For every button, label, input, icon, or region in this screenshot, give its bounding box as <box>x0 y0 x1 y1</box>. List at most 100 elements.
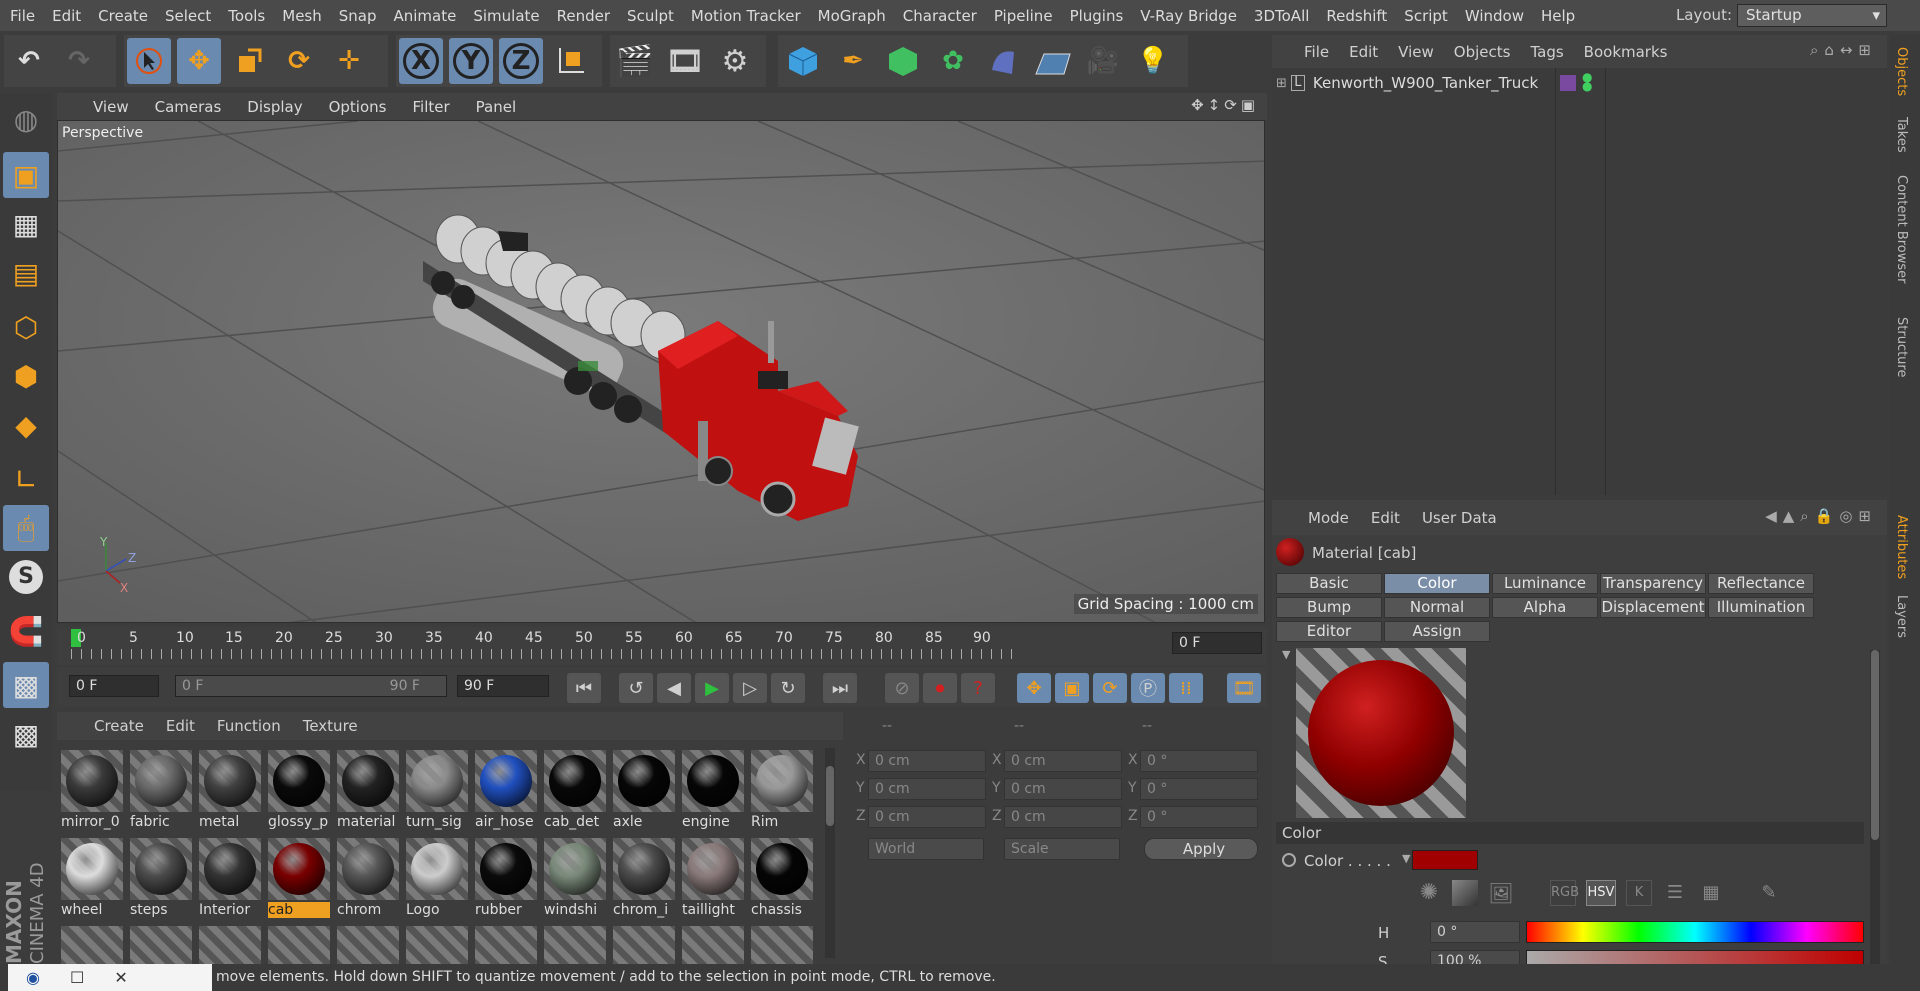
tab-reflectance[interactable]: Reflectance <box>1708 573 1814 594</box>
z-axis-button[interactable]: Z <box>499 38 543 84</box>
material-item[interactable]: metal <box>199 750 265 834</box>
color-dropdown-arrow-icon[interactable]: ▼ <box>1402 852 1410 865</box>
go-to-start-icon[interactable]: ⏮ <box>567 673 601 703</box>
menu-help[interactable]: Help <box>1541 7 1575 25</box>
coordinate-space-select[interactable]: World <box>868 838 984 860</box>
viewport-menu-options[interactable]: Options <box>329 98 387 116</box>
current-frame-field[interactable]: 0 F <box>1172 632 1262 654</box>
position-y-field[interactable]: 0 cm <box>868 778 986 800</box>
material-item[interactable]: taillight <box>682 838 748 922</box>
workplane-icon[interactable]: ▤ <box>3 250 49 296</box>
model-mode-icon[interactable]: ▣ <box>3 152 49 198</box>
cube-primitive-icon[interactable] <box>781 38 825 84</box>
viewport-menu-filter[interactable]: Filter <box>412 98 449 116</box>
material-menu-create[interactable]: Create <box>94 717 144 735</box>
viewport-menu-cameras[interactable]: Cameras <box>155 98 222 116</box>
undo-icon[interactable]: ↶ <box>7 38 51 84</box>
edges-mode-icon[interactable]: ⬢ <box>3 353 49 399</box>
menu-vray-bridge[interactable]: V-Ray Bridge <box>1140 7 1237 25</box>
key-scale-icon[interactable]: ▣ <box>1055 673 1089 703</box>
menu-sculpt[interactable]: Sculpt <box>627 7 674 25</box>
timeline-window-icon[interactable]: 🎞 <box>1227 673 1261 703</box>
object-menu-view[interactable]: View <box>1398 43 1434 61</box>
object-row[interactable]: ⊞ L Kenworth_W900_Tanker_Truck ● ● <box>1276 71 1876 94</box>
material-item[interactable]: steps <box>130 838 196 922</box>
apply-button[interactable]: Apply <box>1144 838 1258 860</box>
vtab-layers[interactable]: Layers <box>1894 595 1909 638</box>
record-icon[interactable]: ⊘ <box>885 673 919 703</box>
rotate-tool-icon[interactable]: ⟳ <box>277 38 321 84</box>
pen-spline-icon[interactable]: ✒ <box>831 38 875 84</box>
menu-mograph[interactable]: MoGraph <box>818 7 886 25</box>
go-to-end-icon[interactable]: ⏭ <box>823 673 857 703</box>
redo-icon[interactable]: ↷ <box>57 38 101 84</box>
coordinate-system-icon[interactable] <box>549 38 593 84</box>
menu-window[interactable]: Window <box>1465 7 1524 25</box>
tab-illumination[interactable]: Illumination <box>1708 597 1814 618</box>
material-item[interactable]: chassis <box>751 838 817 922</box>
make-editable-icon[interactable]: ◍ <box>3 96 49 142</box>
vtab-attributes[interactable]: Attributes <box>1894 515 1909 579</box>
attribute-tools-icons[interactable]: ◀▲⌕🔒◎⊞ <box>1765 507 1877 525</box>
viewport-nav-icons[interactable]: ✥↕⟳▣ <box>1191 96 1259 114</box>
material-item[interactable]: chrom <box>337 838 403 922</box>
tab-editor[interactable]: Editor <box>1276 621 1382 642</box>
kelvin-mode-button[interactable]: K <box>1626 880 1652 906</box>
hsv-mode-button[interactable]: HSV <box>1586 880 1616 906</box>
menu-redshift[interactable]: Redshift <box>1326 7 1387 25</box>
material-preview[interactable] <box>1296 648 1466 818</box>
play-icon[interactable]: ▶ <box>695 673 729 703</box>
material-item[interactable] <box>130 926 196 964</box>
object-menu-tags[interactable]: Tags <box>1530 43 1563 61</box>
end-frame-field[interactable]: 90 F <box>457 675 549 697</box>
material-item[interactable] <box>475 926 541 964</box>
material-item[interactable] <box>682 926 748 964</box>
attribute-menu-user-data[interactable]: User Data <box>1422 509 1497 527</box>
material-item[interactable]: rubber <box>475 838 541 922</box>
rgb-mode-button[interactable]: RGB <box>1550 880 1579 906</box>
vtab-content-browser[interactable]: Content Browser <box>1894 175 1909 284</box>
viewport-menu-panel[interactable]: Panel <box>476 98 516 116</box>
material-item[interactable]: Interior <box>199 838 265 922</box>
rotation-p-field[interactable]: 0 ° <box>1140 778 1258 800</box>
material-item[interactable]: chrom_i <box>613 838 679 922</box>
spectrum-icon[interactable] <box>1452 880 1478 906</box>
keyframe-selection-icon[interactable]: ? <box>961 673 995 703</box>
rotation-h-field[interactable]: 0 ° <box>1140 750 1258 772</box>
x-axis-button[interactable]: X <box>399 38 443 84</box>
deformer-icon[interactable] <box>981 38 1025 84</box>
object-name[interactable]: Kenworth_W900_Tanker_Truck <box>1313 74 1538 92</box>
tab-bump[interactable]: Bump <box>1276 597 1382 618</box>
menu-snap[interactable]: Snap <box>339 7 377 25</box>
h-value-field[interactable]: 0 ° <box>1430 921 1520 943</box>
color-swatch[interactable] <box>1412 850 1478 870</box>
vtab-takes[interactable]: Takes <box>1894 117 1909 153</box>
tab-alpha[interactable]: Alpha <box>1492 597 1598 618</box>
swatches-icon[interactable]: ▦ <box>1698 880 1724 906</box>
subdivision-icon[interactable] <box>881 38 925 84</box>
mixer-icon[interactable]: ☰ <box>1662 880 1688 906</box>
color-animate-icon[interactable] <box>1282 853 1296 867</box>
scale-tool-icon[interactable] <box>227 38 271 84</box>
tab-color[interactable]: Color <box>1384 573 1490 594</box>
menu-select[interactable]: Select <box>165 7 211 25</box>
material-menu-texture[interactable]: Texture <box>303 717 358 735</box>
menu-create[interactable]: Create <box>98 7 148 25</box>
material-item[interactable]: turn_sig <box>406 750 472 834</box>
live-select-icon[interactable]: ✛ <box>327 38 371 84</box>
key-parameter-icon[interactable]: Ⓟ <box>1131 673 1165 703</box>
material-item[interactable] <box>751 926 817 964</box>
tab-normal[interactable]: Normal <box>1384 597 1490 618</box>
rotation-b-field[interactable]: 0 ° <box>1140 806 1258 828</box>
material-item[interactable] <box>337 926 403 964</box>
floor-icon[interactable] <box>1031 38 1075 84</box>
previous-frame-icon[interactable]: ◀ <box>657 673 691 703</box>
material-item[interactable] <box>199 926 265 964</box>
menu-motion-tracker[interactable]: Motion Tracker <box>691 7 801 25</box>
material-item[interactable] <box>268 926 334 964</box>
material-item[interactable]: air_hose <box>475 750 541 834</box>
autokey-icon[interactable]: ⏺ <box>923 673 957 703</box>
c4d-window-icon[interactable]: ◉ <box>26 964 40 991</box>
y-axis-button[interactable]: Y <box>449 38 493 84</box>
color-wheel-icon[interactable]: ✺ <box>1416 880 1442 906</box>
